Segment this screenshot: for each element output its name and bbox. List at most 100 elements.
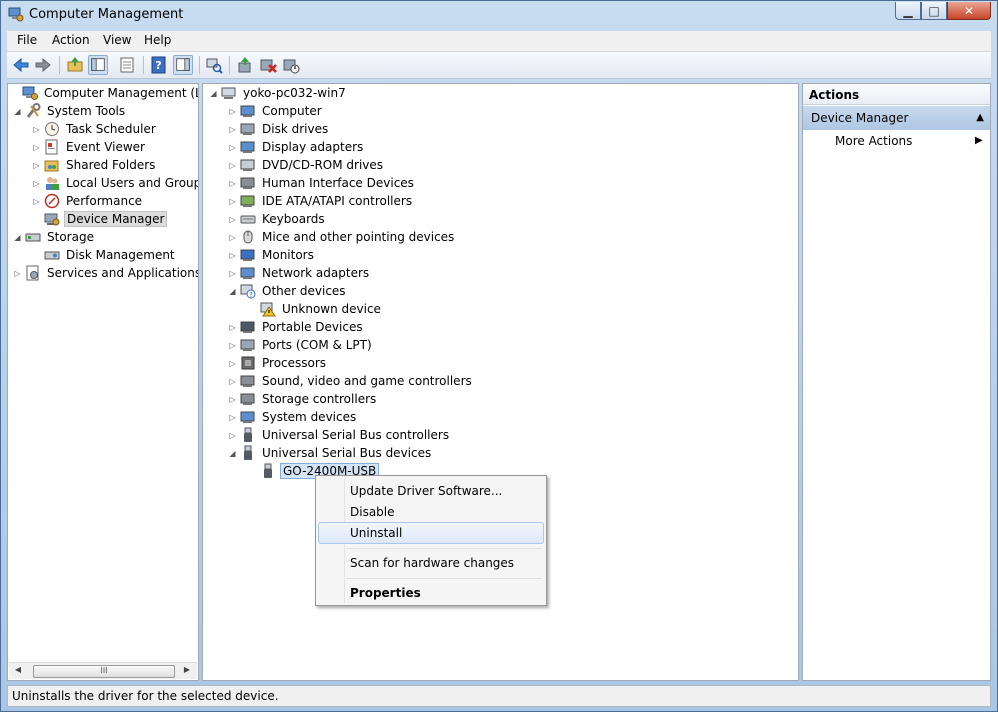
expand-arrow-icon[interactable]: ▷ — [228, 395, 237, 404]
device-label: Universal Serial Bus controllers — [262, 428, 450, 442]
close-button[interactable]: ✕ — [947, 2, 991, 20]
tree-item-computer-management[interactable]: Computer Management (Local) — [10, 84, 198, 102]
tree-item-shared-folders[interactable]: ▷ Shared Folders — [32, 156, 157, 174]
collapse-up-icon[interactable]: ▲ — [976, 112, 984, 123]
horizontal-scrollbar[interactable]: ◀ III ▶ — [9, 662, 197, 679]
disk-management-icon — [44, 251, 60, 260]
device-manager-selected-label: Device Manager — [64, 211, 168, 227]
expand-arrow-icon[interactable]: ▷ — [228, 359, 237, 368]
expand-arrow-icon[interactable]: ▷ — [228, 125, 237, 134]
expand-arrow-icon[interactable]: ▷ — [13, 269, 22, 278]
toolbar: ? — [7, 52, 991, 79]
menu-item-scan-for-hardware-changes[interactable]: Scan for hardware changes — [318, 552, 544, 574]
device-category-portable-devices[interactable]: ▷ Portable Devices — [228, 318, 365, 336]
scroll-thumb[interactable]: III — [33, 665, 175, 678]
expand-arrow-icon[interactable]: ▷ — [32, 197, 41, 206]
expand-arrow-icon[interactable]: ▷ — [228, 197, 237, 206]
expand-arrow-icon[interactable]: ▷ — [228, 215, 237, 224]
collapse-arrow-icon[interactable]: ◢ — [13, 233, 22, 242]
expand-arrow-icon[interactable]: ▷ — [228, 269, 237, 278]
actions-section-device-manager[interactable]: Device Manager ▲ — [803, 106, 990, 130]
menu-item-uninstall[interactable]: Uninstall — [318, 522, 544, 544]
expand-arrow-icon[interactable]: ▷ — [32, 143, 41, 152]
expand-arrow-icon[interactable]: ▷ — [228, 143, 237, 152]
tree-item-disk-management[interactable]: Disk Management — [32, 246, 177, 264]
device-category-disk-drives[interactable]: ▷ Disk drives — [228, 120, 330, 138]
maximize-button[interactable]: □ — [921, 2, 947, 20]
device-category-other-devices[interactable]: ◢? Other devices — [228, 282, 348, 300]
up-folder-icon[interactable] — [65, 55, 85, 75]
tree-item-services-and-applications[interactable]: ▷ Services and Applications — [13, 264, 198, 282]
expand-arrow-icon[interactable]: ▷ — [32, 125, 41, 134]
properties-icon[interactable] — [117, 55, 137, 75]
device-category-mice-and-other-pointing-devices[interactable]: ▷ Mice and other pointing devices — [228, 228, 456, 246]
device-category-network-adapters[interactable]: ▷ Network adapters — [228, 264, 371, 282]
tree-item-system-tools[interactable]: ◢ System Tools — [13, 102, 127, 120]
expand-arrow-icon[interactable]: ▷ — [228, 377, 237, 386]
scroll-left-icon[interactable]: ◀ — [12, 665, 24, 677]
device-category-ports-com-lpt[interactable]: ▷ Ports (COM & LPT) — [228, 336, 374, 354]
expand-arrow-icon[interactable]: ▷ — [228, 161, 237, 170]
device-category-system-devices[interactable]: ▷ System devices — [228, 408, 358, 426]
menu-view[interactable]: View — [103, 33, 131, 47]
device-category-computer[interactable]: ▷ Computer — [228, 102, 324, 120]
expand-arrow-icon[interactable]: ▷ — [32, 161, 41, 170]
menu-file[interactable]: File — [17, 33, 37, 47]
device-category-sound-video-and-game-controllers[interactable]: ▷ Sound, video and game controllers — [228, 372, 474, 390]
collapse-arrow-icon[interactable]: ◢ — [228, 287, 237, 296]
device-category-storage-controllers[interactable]: ▷ Storage controllers — [228, 390, 378, 408]
show-hide-action-pane-icon[interactable] — [173, 55, 193, 75]
expand-arrow-icon[interactable]: ▷ — [228, 179, 237, 188]
collapse-arrow-icon[interactable]: ◢ — [209, 89, 218, 98]
tree-item-event-viewer[interactable]: ▷ Event Viewer — [32, 138, 147, 156]
expand-arrow-icon[interactable]: ▷ — [228, 251, 237, 260]
system-tools-icon — [26, 103, 41, 118]
expand-arrow-icon[interactable]: ▷ — [228, 413, 237, 422]
maximize-icon: □ — [928, 3, 940, 18]
device-category-keyboards[interactable]: ▷ Keyboards — [228, 210, 327, 228]
expand-arrow-icon[interactable]: ▷ — [228, 233, 237, 242]
menu-help[interactable]: Help — [144, 33, 171, 47]
device-category-human-interface-devices[interactable]: ▷ Human Interface Devices — [228, 174, 416, 192]
menu-item-properties[interactable]: Properties — [318, 582, 544, 604]
minimize-button[interactable]: ▁ — [895, 2, 921, 20]
device-label: Unknown device — [282, 302, 381, 316]
title-bar[interactable]: Computer Management ▁ □ ✕ — [1, 1, 997, 29]
tree-item-storage[interactable]: ◢ Storage — [13, 228, 96, 246]
update-driver-icon[interactable] — [235, 55, 255, 75]
expand-arrow-icon[interactable]: ▷ — [228, 107, 237, 116]
disable-device-icon[interactable] — [281, 55, 301, 75]
console-tree-pane[interactable]: Computer Management (Local) ◢ System Too… — [7, 83, 199, 681]
scan-hardware-icon[interactable] — [204, 55, 224, 75]
scroll-right-icon[interactable]: ▶ — [181, 665, 193, 677]
device-category-dvd-cd-rom-drives[interactable]: ▷ DVD/CD-ROM drives — [228, 156, 385, 174]
tree-item-performance[interactable]: ▷ Performance — [32, 192, 144, 210]
device-category-ide-ata-atapi-controllers[interactable]: ▷ IDE ATA/ATAPI controllers — [228, 192, 414, 210]
device-category-universal-serial-bus-controllers[interactable]: ▷ Universal Serial Bus controllers — [228, 426, 451, 444]
expand-arrow-icon[interactable]: ▷ — [32, 179, 41, 188]
collapse-arrow-icon[interactable]: ◢ — [228, 449, 237, 458]
menu-item-disable[interactable]: Disable — [318, 501, 544, 523]
tree-item-device-manager[interactable]: Device Manager — [32, 210, 168, 228]
expand-arrow-icon[interactable]: ▷ — [228, 323, 237, 332]
expand-arrow-icon[interactable]: ▷ — [228, 341, 237, 350]
device-item-unknown-device[interactable]: Unknown device — [248, 300, 383, 318]
menu-item-update-driver-software[interactable]: Update Driver Software... — [318, 480, 544, 502]
more-actions-link[interactable]: More Actions — [835, 134, 912, 148]
expand-arrow-icon[interactable]: ▷ — [228, 431, 237, 440]
device-tree-root[interactable]: ◢ yoko-pc032-win7 — [209, 84, 348, 102]
menu-action[interactable]: Action — [52, 33, 90, 47]
disk-drive-icon — [240, 123, 255, 135]
collapse-arrow-icon[interactable]: ◢ — [13, 107, 22, 116]
show-hide-tree-icon[interactable] — [88, 55, 108, 75]
device-category-universal-serial-bus-devices[interactable]: ◢ Universal Serial Bus devices — [228, 444, 433, 462]
back-arrow-icon[interactable] — [11, 55, 31, 75]
help-icon[interactable]: ? — [149, 55, 169, 75]
forward-arrow-icon[interactable] — [33, 55, 53, 75]
device-category-processors[interactable]: ▷ Processors — [228, 354, 328, 372]
uninstall-device-icon[interactable] — [258, 55, 278, 75]
tree-item-local-users-and-groups[interactable]: ▷ Local Users and Groups — [32, 174, 198, 192]
device-category-monitors[interactable]: ▷ Monitors — [228, 246, 316, 264]
device-category-display-adapters[interactable]: ▷ Display adapters — [228, 138, 365, 156]
tree-item-task-scheduler[interactable]: ▷ Task Scheduler — [32, 120, 158, 138]
